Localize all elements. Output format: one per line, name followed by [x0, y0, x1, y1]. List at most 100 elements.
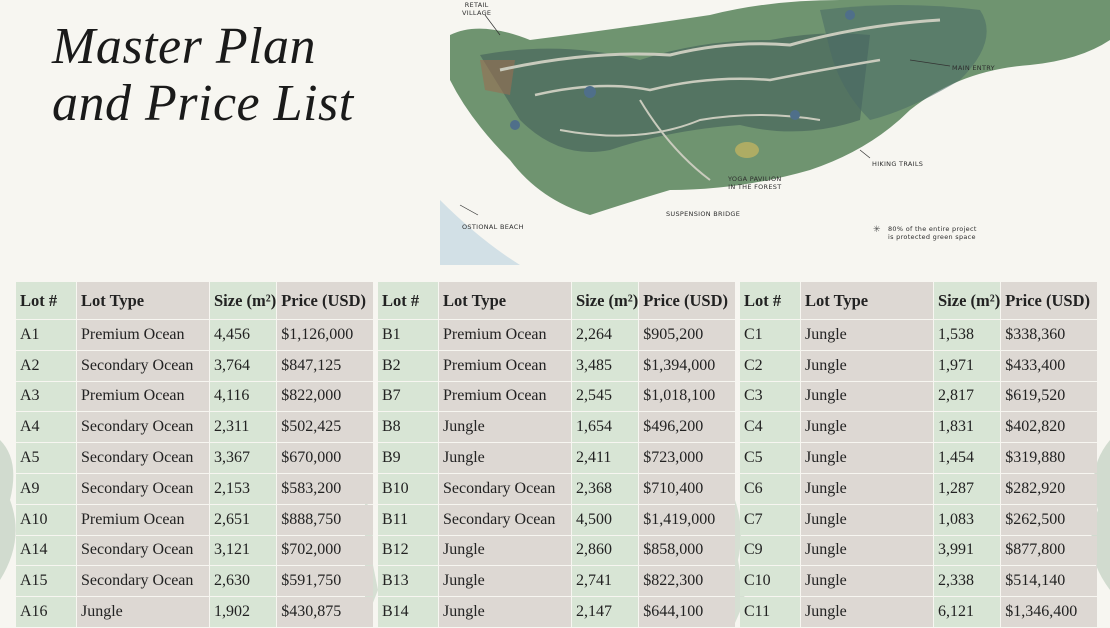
label-yoga-pavilion: YOGA PAVILION IN THE FOREST — [728, 175, 782, 191]
lot-type-cell: Jungle — [801, 381, 933, 412]
lot-type-cell: Premium Ocean — [77, 381, 209, 412]
size-cell: 3,367 — [210, 443, 277, 473]
price-cell: $619,520 — [1001, 381, 1098, 412]
lot-number-cell: A9 — [16, 473, 76, 504]
table-row: B11 Secondary Ocean 4,500 $1,419,000 — [378, 504, 736, 535]
table-header-row: Lot # Lot Type Size (m²) Price (USD) — [740, 282, 1098, 319]
lot-type-cell: Secondary Ocean — [77, 535, 209, 566]
title-line-1: Master Plan — [52, 18, 317, 75]
lot-type-cell: Jungle — [801, 504, 933, 535]
price-cell: $822,300 — [639, 566, 736, 597]
header-lot-type: Lot Type — [77, 282, 209, 319]
table-row: C4 Jungle 1,831 $402,820 — [740, 412, 1098, 443]
size-cell: 4,116 — [210, 381, 277, 412]
lot-type-cell: Premium Ocean — [77, 320, 209, 350]
lot-type-cell: Jungle — [77, 597, 209, 627]
lot-number-cell: B11 — [378, 504, 438, 535]
size-cell: 3,121 — [210, 535, 277, 566]
lot-type-cell: Jungle — [801, 412, 933, 443]
size-cell: 3,485 — [572, 350, 639, 381]
lot-number-cell: B12 — [378, 535, 438, 566]
lot-number-cell: A1 — [16, 320, 76, 350]
table-header-row: Lot # Lot Type Size (m²) Price (USD) — [378, 282, 736, 319]
size-cell: 2,338 — [934, 566, 1001, 597]
price-cell: $702,000 — [277, 535, 374, 566]
header-size: Size (m²) — [210, 282, 277, 319]
table-row: A15 Secondary Ocean 2,630 $591,750 — [16, 566, 374, 597]
size-cell: 6,121 — [934, 597, 1001, 627]
master-plan-map: ✳ RETAIL VILLAGE MAIN ENTRY HIKING TRAIL… — [440, 0, 1110, 265]
price-cell: $1,346,400 — [1001, 597, 1098, 627]
lot-number-cell: A5 — [16, 443, 76, 473]
page-title: Master Plan and Price List — [52, 18, 354, 132]
size-cell: 1,831 — [934, 412, 1001, 443]
price-cell: $644,100 — [639, 597, 736, 627]
price-cell: $1,018,100 — [639, 381, 736, 412]
table-row: A1 Premium Ocean 4,456 $1,126,000 — [16, 320, 374, 350]
lot-number-cell: C1 — [740, 320, 800, 350]
size-cell: 2,147 — [572, 597, 639, 627]
price-cell: $583,200 — [277, 473, 374, 504]
table-row: C3 Jungle 2,817 $619,520 — [740, 381, 1098, 412]
table-row: A5 Secondary Ocean 3,367 $670,000 — [16, 443, 374, 473]
lot-type-cell: Jungle — [439, 412, 571, 443]
lot-number-cell: C9 — [740, 535, 800, 566]
table-row: B13 Jungle 2,741 $822,300 — [378, 566, 736, 597]
table-row: A16 Jungle 1,902 $430,875 — [16, 597, 374, 627]
table-row: C7 Jungle 1,083 $262,500 — [740, 504, 1098, 535]
table-row: C5 Jungle 1,454 $319,880 — [740, 443, 1098, 473]
header-lot: Lot # — [740, 282, 800, 319]
price-table-a: Lot # Lot Type Size (m²) Price (USD) A1 P… — [15, 281, 374, 628]
price-cell: $433,400 — [1001, 350, 1098, 381]
size-cell: 2,651 — [210, 504, 277, 535]
lot-number-cell: B13 — [378, 566, 438, 597]
table-header-row: Lot # Lot Type Size (m²) Price (USD) — [16, 282, 374, 319]
label-green-space: 80% of the entire project is protected g… — [888, 225, 977, 241]
lot-number-cell: C4 — [740, 412, 800, 443]
table-row: B1 Premium Ocean 2,264 $905,200 — [378, 320, 736, 350]
size-cell: 2,411 — [572, 443, 639, 473]
label-suspension-bridge: SUSPENSION BRIDGE — [666, 210, 741, 218]
lot-number-cell: B10 — [378, 473, 438, 504]
lot-number-cell: B8 — [378, 412, 438, 443]
lot-type-cell: Secondary Ocean — [77, 566, 209, 597]
header-size: Size (m²) — [572, 282, 639, 319]
size-cell: 2,311 — [210, 412, 277, 443]
price-cell: $877,800 — [1001, 535, 1098, 566]
size-cell: 2,817 — [934, 381, 1001, 412]
price-cell: $1,126,000 — [277, 320, 374, 350]
table-row: A4 Secondary Ocean 2,311 $502,425 — [16, 412, 374, 443]
size-cell: 3,991 — [934, 535, 1001, 566]
header-lot: Lot # — [378, 282, 438, 319]
price-table-b: Lot # Lot Type Size (m²) Price (USD) B1 P… — [377, 281, 736, 628]
price-cell: $502,425 — [277, 412, 374, 443]
price-cell: $262,500 — [1001, 504, 1098, 535]
lot-number-cell: A15 — [16, 566, 76, 597]
label-ostional-beach: OSTIONAL BEACH — [462, 223, 524, 231]
size-cell: 2,545 — [572, 381, 639, 412]
lot-number-cell: C3 — [740, 381, 800, 412]
label-retail-village: RETAIL VILLAGE — [462, 1, 492, 17]
lot-type-cell: Jungle — [801, 597, 933, 627]
header-lot-type: Lot Type — [439, 282, 571, 319]
lot-type-cell: Jungle — [439, 597, 571, 627]
lot-number-cell: A10 — [16, 504, 76, 535]
lot-type-cell: Jungle — [439, 566, 571, 597]
table-row: A2 Secondary Ocean 3,764 $847,125 — [16, 350, 374, 381]
lot-number-cell: A14 — [16, 535, 76, 566]
header-price: Price (USD) — [1001, 282, 1098, 319]
lot-number-cell: B1 — [378, 320, 438, 350]
lot-type-cell: Jungle — [801, 566, 933, 597]
price-cell: $905,200 — [639, 320, 736, 350]
label-hiking-trails: HIKING TRAILS — [872, 160, 924, 168]
size-cell: 4,456 — [210, 320, 277, 350]
size-cell: 1,902 — [210, 597, 277, 627]
size-cell: 2,153 — [210, 473, 277, 504]
lot-number-cell: C7 — [740, 504, 800, 535]
price-cell: $496,200 — [639, 412, 736, 443]
lot-number-cell: A16 — [16, 597, 76, 627]
table-row: B8 Jungle 1,654 $496,200 — [378, 412, 736, 443]
lot-number-cell: C6 — [740, 473, 800, 504]
size-cell: 1,454 — [934, 443, 1001, 473]
size-cell: 1,538 — [934, 320, 1001, 350]
